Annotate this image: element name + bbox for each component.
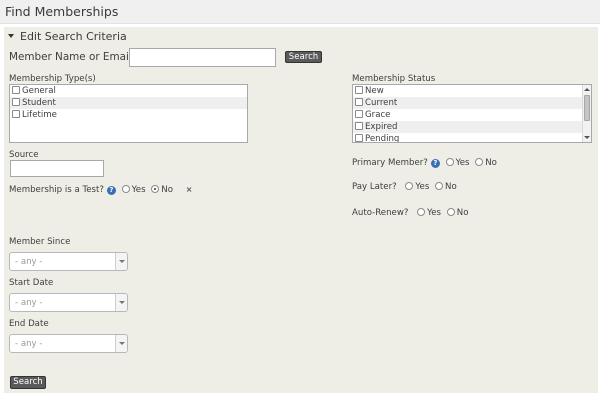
primary-member-group: Primary Member?? Yes No: [352, 158, 497, 168]
end-date-select[interactable]: - any -: [9, 334, 128, 353]
membership-type-option-label: General: [22, 86, 56, 96]
edit-search-criteria-label: Edit Search Criteria: [20, 30, 127, 43]
member-name-input[interactable]: [129, 48, 276, 67]
member-since-label: Member Since: [9, 237, 71, 247]
checkbox-icon[interactable]: [355, 98, 363, 106]
checkbox-icon[interactable]: [12, 98, 20, 106]
auto-renew-group: Auto-Renew? Yes No: [352, 208, 468, 218]
primary-member-label: Primary Member?: [352, 158, 428, 168]
membership-status-option-label: New: [365, 86, 384, 96]
start-date-value: - any -: [15, 298, 43, 308]
primary-no-radio[interactable]: [475, 158, 484, 166]
page-title: Find Memberships: [5, 4, 119, 19]
membership-type-option-label: Student: [22, 98, 56, 108]
member-name-label: Member Name or Email: [9, 51, 132, 63]
checkbox-icon[interactable]: [355, 122, 363, 130]
start-date-dropdown-toggle[interactable]: [115, 294, 127, 311]
auto-renew-label: Auto-Renew?: [352, 208, 409, 218]
membership-type-option-label: Lifetime: [22, 110, 57, 120]
test-yes-radio[interactable]: [121, 185, 130, 193]
membership-status-option-label: Current: [365, 98, 398, 108]
collapse-triangle-icon: [8, 34, 14, 38]
edit-search-criteria-toggle[interactable]: Edit Search Criteria: [8, 30, 127, 43]
primary-yes-label: Yes: [455, 158, 470, 168]
help-icon[interactable]: ?: [430, 159, 440, 168]
checkbox-icon[interactable]: [12, 86, 20, 94]
chevron-down-icon: [119, 260, 125, 263]
membership-status-option[interactable]: Expired: [353, 121, 591, 133]
page-header: Find Memberships: [0, 0, 600, 24]
membership-status-option[interactable]: New: [353, 85, 591, 97]
membership-status-option[interactable]: Current: [353, 97, 591, 109]
checkbox-icon[interactable]: [355, 134, 363, 142]
membership-type-option[interactable]: General: [10, 85, 247, 97]
scroll-down-arrow-icon[interactable]: [584, 136, 590, 139]
checkbox-icon[interactable]: [355, 110, 363, 118]
source-label: Source: [9, 150, 39, 160]
search-criteria-panel: Edit Search Criteria Member Name or Emai…: [4, 27, 598, 393]
clear-selection-icon[interactable]: ×: [186, 185, 193, 194]
end-date-value: - any -: [15, 339, 43, 349]
paylater-yes-radio[interactable]: [405, 182, 414, 190]
help-icon[interactable]: ?: [106, 186, 116, 195]
membership-status-list[interactable]: New Current Grace Expired Pending: [352, 84, 592, 143]
membership-type-label: Membership Type(s): [9, 74, 96, 84]
end-date-dropdown-toggle[interactable]: [115, 335, 127, 352]
primary-no-label: No: [485, 158, 497, 168]
membership-test-label: Membership is a Test?: [9, 185, 104, 195]
scroll-up-arrow-icon[interactable]: [584, 88, 590, 91]
paylater-no-label: No: [445, 182, 457, 192]
start-date-label: Start Date: [9, 278, 54, 288]
test-no-radio[interactable]: [151, 185, 160, 193]
autorenew-no-radio[interactable]: [446, 208, 455, 216]
paylater-yes-label: Yes: [415, 182, 430, 192]
membership-status-option[interactable]: Grace: [353, 109, 591, 121]
membership-status-option[interactable]: Pending: [353, 133, 591, 143]
checkbox-icon[interactable]: [12, 110, 20, 118]
status-list-scrollbar[interactable]: [582, 85, 591, 142]
checkbox-icon[interactable]: [355, 86, 363, 94]
membership-status-label: Membership Status: [352, 74, 436, 84]
chevron-down-icon: [119, 342, 125, 345]
pay-later-label: Pay Later?: [352, 182, 397, 192]
test-no-label: No: [161, 185, 173, 195]
membership-status-option-label: Expired: [365, 122, 398, 132]
paylater-no-radio[interactable]: [435, 182, 444, 190]
chevron-down-icon: [119, 301, 125, 304]
primary-yes-radio[interactable]: [445, 158, 454, 166]
pay-later-group: Pay Later? Yes No: [352, 182, 457, 192]
membership-type-list[interactable]: General Student Lifetime: [9, 84, 248, 143]
start-date-select[interactable]: - any -: [9, 293, 128, 312]
member-since-dropdown-toggle[interactable]: [115, 253, 127, 270]
test-yes-label: Yes: [131, 185, 146, 195]
membership-status-option-label: Grace: [365, 110, 391, 120]
source-input[interactable]: [10, 160, 104, 177]
membership-test-group: Membership is a Test?? Yes No ×: [9, 185, 192, 195]
search-button-top[interactable]: Search: [285, 51, 322, 63]
autorenew-yes-label: Yes: [427, 208, 442, 218]
search-button-bottom[interactable]: Search: [10, 376, 46, 389]
membership-status-option-label: Pending: [365, 134, 400, 143]
member-since-select[interactable]: - any -: [9, 252, 128, 271]
member-since-value: - any -: [15, 257, 43, 267]
autorenew-no-label: No: [456, 208, 469, 218]
scroll-thumb[interactable]: [584, 95, 590, 121]
membership-type-option[interactable]: Student: [10, 97, 247, 109]
end-date-label: End Date: [9, 319, 49, 329]
autorenew-yes-radio[interactable]: [417, 208, 426, 216]
membership-type-option[interactable]: Lifetime: [10, 109, 247, 121]
